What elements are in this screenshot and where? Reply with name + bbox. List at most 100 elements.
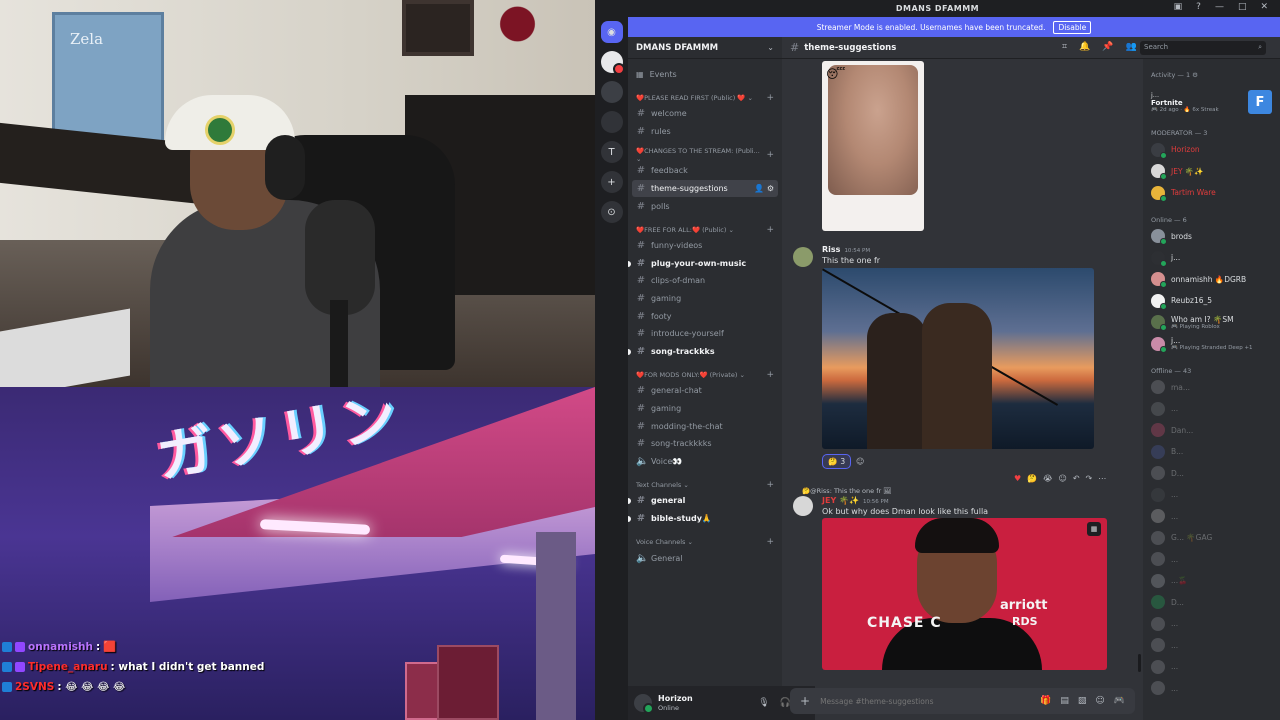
channel-item[interactable]: # song-trackkks xyxy=(628,343,778,361)
add-server-icon[interactable]: + xyxy=(600,171,623,193)
activity-card[interactable]: j... Fortnite 🎮 2d ago · 🔥 6x Streak F xyxy=(1143,87,1280,117)
channel-item[interactable]: # funny-videos xyxy=(632,237,778,255)
channel-item[interactable]: 🔈 General xyxy=(632,549,778,567)
disable-button[interactable]: Disable xyxy=(1053,20,1092,34)
channel-category[interactable]: ❤️CHANGES TO THE STREAM: (Publi... ⌄ + xyxy=(628,147,782,163)
server-avatar[interactable] xyxy=(600,51,625,75)
thinking-emoji-icon[interactable]: 🤔 xyxy=(1027,474,1037,483)
add-channel-icon[interactable]: + xyxy=(766,370,774,380)
minimize-icon[interactable]: — xyxy=(1215,2,1224,12)
gift-icon[interactable]: 🎁 xyxy=(1040,696,1051,706)
inbox-icon[interactable]: ▣ xyxy=(1174,2,1183,12)
add-channel-icon[interactable]: + xyxy=(766,480,774,490)
member-item[interactable]: Horizon xyxy=(1143,139,1280,161)
message-author[interactable]: JEY 🌴✨ 10:56 PM xyxy=(822,496,889,505)
add-reaction-icon[interactable]: ☺ xyxy=(1059,474,1067,483)
gif-icon[interactable]: ▤ xyxy=(1060,696,1069,706)
member-item[interactable]: Dan... xyxy=(1143,420,1280,442)
reaction-pill[interactable]: 🤔 3 xyxy=(822,454,852,469)
help-icon[interactable]: ? xyxy=(1196,2,1201,12)
member-item[interactable]: JEY 🌴✨ xyxy=(1143,161,1280,183)
channel-item[interactable]: # theme-suggestions 👤 ⚙ xyxy=(632,179,778,198)
member-item[interactable]: ...🍒 xyxy=(1143,570,1280,592)
apps-icon[interactable]: 🎮 xyxy=(1114,696,1125,706)
member-item[interactable]: j... xyxy=(1143,247,1280,269)
channel-item[interactable]: # polls xyxy=(632,197,778,215)
member-item[interactable]: ... xyxy=(1143,678,1280,700)
channel-item[interactable]: # rules xyxy=(632,123,778,141)
member-item[interactable]: Who am I? 🌴SM 🎮 Playing Roblox xyxy=(1143,312,1280,334)
threads-icon[interactable]: ⌗ xyxy=(1062,42,1067,52)
scrollbar[interactable] xyxy=(1138,654,1141,672)
member-item[interactable]: Reubz16_5 xyxy=(1143,290,1280,312)
member-item[interactable]: ... xyxy=(1143,549,1280,571)
channel-item[interactable]: # gaming xyxy=(632,290,778,308)
channel-item[interactable]: # bible-study🙏 xyxy=(628,510,778,528)
server-icon[interactable] xyxy=(600,81,623,103)
reply-icon[interactable]: ↶ xyxy=(1073,474,1080,483)
member-item[interactable]: ... xyxy=(1143,656,1280,678)
member-item[interactable]: ... xyxy=(1143,398,1280,420)
channel-item[interactable]: # general xyxy=(628,492,778,510)
bell-icon[interactable]: 🔔 xyxy=(1079,42,1090,52)
members-icon[interactable]: 👥 xyxy=(1126,42,1137,52)
sticker-icon[interactable]: ▧ xyxy=(1078,696,1087,706)
avatar[interactable] xyxy=(634,694,654,714)
forward-icon[interactable]: ↷ xyxy=(1086,474,1093,483)
message-image[interactable] xyxy=(822,268,1094,449)
channel-item[interactable]: # song-trackkkks xyxy=(632,435,778,453)
member-item[interactable]: j... 🎮 Playing Stranded Deep +1 xyxy=(1143,333,1280,355)
channel-item[interactable]: # introduce-yourself xyxy=(632,325,778,343)
message-image[interactable]: 😴 xyxy=(822,61,924,231)
server-icon[interactable] xyxy=(600,111,623,133)
channel-settings-icon[interactable]: 👤 ⚙ xyxy=(754,184,774,193)
member-item[interactable]: G... 🌴GAG xyxy=(1143,527,1280,549)
message-input[interactable] xyxy=(820,696,1031,706)
channel-category[interactable]: ❤️FREE FOR ALL:❤️ (Public) ⌄ + xyxy=(628,223,782,237)
channel-category[interactable]: Text Channels ⌄ + xyxy=(628,478,782,492)
add-channel-icon[interactable]: + xyxy=(766,93,774,103)
channel-item[interactable]: # gaming xyxy=(632,400,778,418)
add-channel-icon[interactable]: + xyxy=(766,537,774,547)
image-action-icon[interactable]: ▦ xyxy=(1087,522,1101,536)
channel-item[interactable]: # modding-the-chat xyxy=(632,417,778,435)
member-item[interactable]: D... xyxy=(1143,463,1280,485)
channel-item[interactable]: # plug-your-own-music xyxy=(628,255,778,273)
member-item[interactable]: ... xyxy=(1143,635,1280,657)
close-icon[interactable]: ✕ xyxy=(1260,2,1268,12)
member-item[interactable]: ... xyxy=(1143,484,1280,506)
channel-category[interactable]: ❤️FOR MODS ONLY:❤️ (Private) ⌄ + xyxy=(628,368,782,382)
channel-item[interactable]: # feedback xyxy=(632,162,778,180)
message-author[interactable]: Riss 10:54 PM xyxy=(822,245,870,254)
channel-item[interactable]: 🔈 Voice👀 xyxy=(632,453,778,471)
channel-item[interactable]: # welcome xyxy=(632,105,778,123)
member-item[interactable]: ... xyxy=(1143,506,1280,528)
maximize-icon[interactable]: □ xyxy=(1238,2,1247,12)
add-channel-icon[interactable]: + xyxy=(766,150,774,160)
member-item[interactable]: B... xyxy=(1143,441,1280,463)
search-input[interactable]: Search ⌕ xyxy=(1140,41,1266,55)
channel-category[interactable]: Voice Channels ⌄ + xyxy=(628,535,782,549)
channel-item[interactable]: # general-chat xyxy=(632,382,778,400)
member-item[interactable]: ma... xyxy=(1143,377,1280,399)
member-item[interactable]: brods xyxy=(1143,226,1280,248)
add-reaction-icon[interactable]: ☺ xyxy=(856,457,864,466)
discord-home-icon[interactable]: ◉ xyxy=(600,21,623,43)
channel-item[interactable]: # clips-of-dman xyxy=(632,272,778,290)
add-channel-icon[interactable]: + xyxy=(766,225,774,235)
emoji-icon[interactable]: 😭 xyxy=(1043,474,1052,483)
channel-category[interactable]: ❤️PLEASE READ FIRST (Public) ❤️ ⌄ + xyxy=(628,91,782,105)
member-item[interactable]: onnamishh 🔥DGRB xyxy=(1143,269,1280,291)
pin-icon[interactable]: 📌 xyxy=(1102,42,1113,52)
server-header[interactable]: DMANS DFAMMM ⌄ xyxy=(628,37,782,59)
emoji-picker-icon[interactable]: ☺ xyxy=(1095,696,1104,706)
reply-preview[interactable]: 🤔@Riss: This the one fr 🖼 xyxy=(802,487,891,495)
channel-item[interactable]: # footy xyxy=(632,307,778,325)
heart-icon[interactable]: ♥ xyxy=(1014,474,1021,483)
attach-plus-icon[interactable]: + xyxy=(800,694,810,708)
message-image[interactable]: CHASE C arriott RDS ▦ xyxy=(822,518,1107,670)
avatar[interactable] xyxy=(793,247,813,267)
avatar[interactable] xyxy=(793,496,813,516)
explore-icon[interactable]: ⊙ xyxy=(600,201,623,223)
events-item[interactable]: ▦ Events xyxy=(628,65,782,83)
